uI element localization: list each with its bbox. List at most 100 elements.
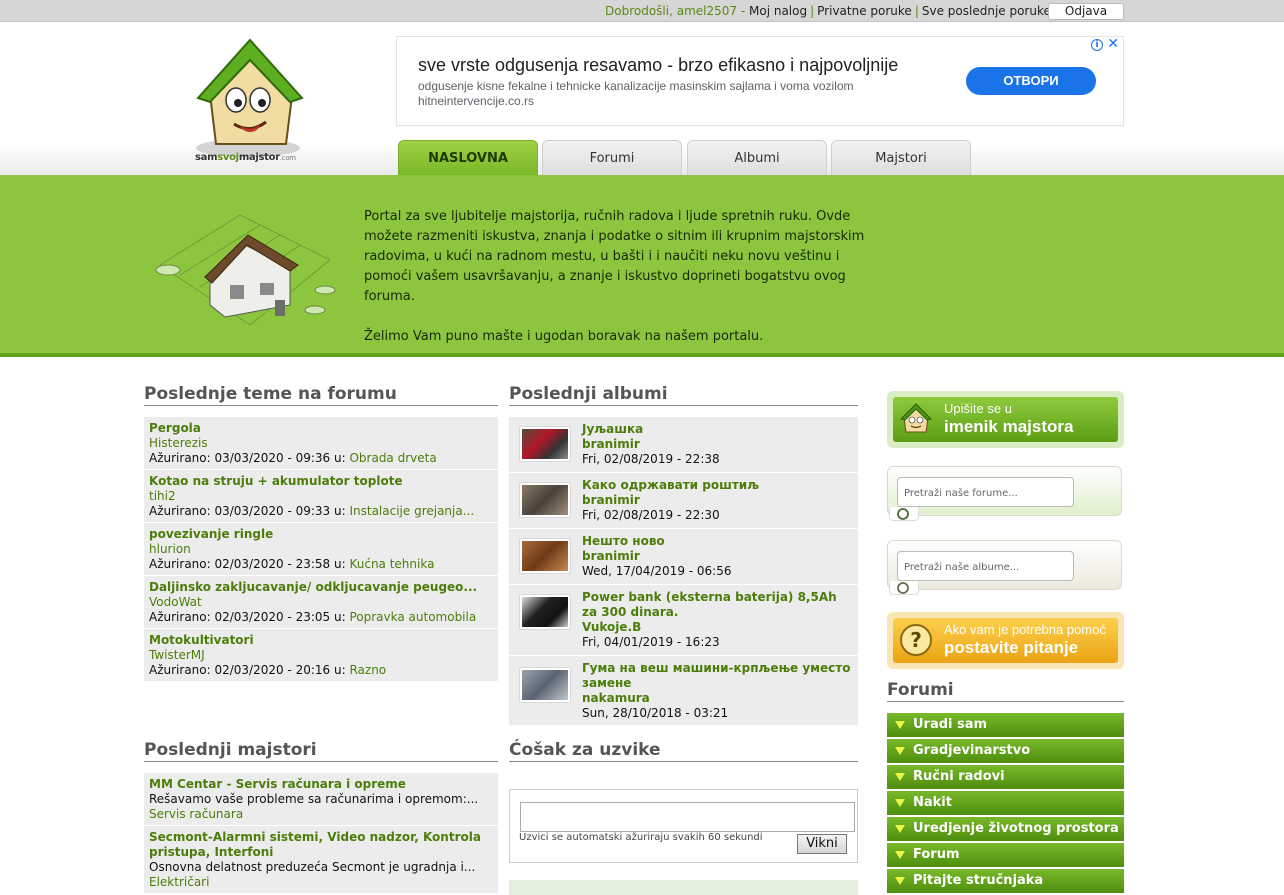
logo-wordmark[interactable]: samsvojmajstor.com [195,152,296,163]
album-date: Fri, 02/08/2019 - 22:30 [582,508,720,522]
topic-author-link[interactable]: TwisterMJ [149,648,493,663]
shout-messages [509,880,858,895]
album-search-input[interactable]: Pretraži naše albume... [897,551,1074,581]
ad-banner[interactable]: sve vrste odgusenja resavamo - brzo efik… [396,36,1124,126]
craftsman-title-link[interactable]: Secmont-Alarmni sistemi, Video nadzor, K… [149,830,493,860]
ask-question-promo[interactable]: ? Ako vam je potrebna pomoć postavite pi… [887,612,1124,669]
ad-title[interactable]: sve vrste odgusenja resavamo - brzo efik… [418,55,898,76]
craftsman-title-link[interactable]: MM Centar - Servis računara i opreme [149,777,493,792]
ad-open-button[interactable]: ОТВОРИ [966,67,1096,95]
forum-menu-item-nakit[interactable]: Nakit [887,791,1124,815]
topic-category-link[interactable]: Razno [349,663,386,677]
topic-row: Daljinsko zakljucavanje/ odkljucavanje p… [144,576,498,629]
topic-updated: Ažurirano: 02/03/2020 - 20:16 u: [149,663,346,677]
ask-promo-small: Ako vam je potrebna pomoć [944,622,1106,637]
house-blueprint-illustration [155,214,336,326]
forum-menu-item-pitajte[interactable]: Pitajte stručnjaka [887,869,1124,893]
shout-input[interactable] [520,802,855,832]
topic-row: Pergola Histerezis Ažurirano: 03/03/2020… [144,417,498,470]
forums-sidebar-title: Forumi [887,680,1124,702]
album-author-link[interactable]: branimir [582,549,853,564]
house-mascot-logo[interactable] [190,36,310,168]
album-author-link[interactable]: nakamura [582,691,853,706]
album-author-link[interactable]: branimir [582,437,853,452]
topic-category-link[interactable]: Kućna tehnika [349,557,434,571]
album-search-button[interactable] [889,581,919,595]
topic-category-link[interactable]: Popravka automobila [349,610,476,624]
album-thumbnail[interactable] [520,595,570,629]
album-thumbnail[interactable] [520,483,570,517]
album-title-link[interactable]: Нешто ново [582,534,853,549]
shoutbox-title: Ćošak za uzvike [509,740,858,762]
album-title-link[interactable]: Power bank (eksterna baterija) 8,5Ah za … [582,590,853,620]
ad-close-icon[interactable]: ✕ [1107,37,1119,51]
register-directory-button[interactable]: Upišite se u imenik majstora [893,397,1118,442]
album-thumbnail[interactable] [520,427,570,461]
topic-title-link[interactable]: Motokultivatori [149,633,493,648]
all-recent-posts-link[interactable]: Sve poslednje poruke [922,4,1051,18]
forum-menu-label: Gradjevinarstvo [913,743,1031,758]
forum-menu-label: Uradi sam [913,717,988,732]
logout-button[interactable]: Odjava [1048,3,1124,20]
album-thumbnail[interactable] [520,539,570,573]
album-thumbnail[interactable] [520,668,570,702]
craftsman-category-link[interactable]: Servis računara [149,807,493,822]
forum-menu-item-gradjevinarstvo[interactable]: Gradjevinarstvo [887,739,1124,763]
topic-title-link[interactable]: Pergola [149,421,493,436]
tab-albumi[interactable]: Albumi [687,140,827,175]
welcome-text: Dobrodošli, amel2507 - [605,4,746,18]
forum-menu-item-uradi-sam[interactable]: Uradi sam [887,713,1124,737]
album-author-link[interactable]: branimir [582,493,853,508]
search-icon [897,508,909,520]
latest-albums-list: Јуљашка branimir Fri, 02/08/2019 - 22:38… [509,417,858,726]
album-title-link[interactable]: Како одржавати роштиљ [582,478,853,493]
topic-category-link[interactable]: Obrada drveta [349,451,436,465]
forum-menu-item-uredjenje[interactable]: Uredjenje životnog prostora [887,817,1124,841]
craftsman-description: Rešavamo vaše probleme sa računarima i o… [149,792,479,806]
triangle-down-icon [895,851,905,859]
topic-category-link[interactable]: Instalacije grejanja... [349,504,474,518]
banner-greeting: Želimo Vam puno mašte i ugodan boravak n… [364,329,764,344]
forum-menu-label: Pitajte stručnjaka [913,873,1044,888]
topic-author-link[interactable]: tihi2 [149,489,493,504]
album-title-link[interactable]: Гума на веш машини-крпљење уместо замене [582,661,853,691]
welcome-banner: Portal za sve ljubitelje majstorija, ruč… [0,175,1284,357]
topic-row: Motokultivatori TwisterMJ Ažurirano: 02/… [144,629,498,682]
topic-author-link[interactable]: Histerezis [149,436,493,451]
tab-naslovna[interactable]: NASLOVNA [398,140,538,175]
triangle-down-icon [895,721,905,729]
ad-info-icon[interactable]: i [1091,39,1103,51]
forum-menu-label: Forum [913,847,960,862]
ask-promo-big: postavite pitanje [944,638,1079,657]
top-bar: Dobrodošli, amel2507 - Moj nalog | Privatn… [0,0,1284,22]
album-row: Гума на веш машини-крпљење уместо замене… [509,656,858,726]
ask-question-button[interactable]: ? Ako vam je potrebna pomoć postavite pi… [893,618,1118,663]
my-account-link[interactable]: Moj nalog [749,4,807,18]
craftsman-row: Secmont-Alarmni sistemi, Video nadzor, K… [144,826,498,894]
topic-author-link[interactable]: VodoWat [149,595,493,610]
album-date: Fri, 02/08/2019 - 22:38 [582,452,720,466]
triangle-down-icon [895,773,905,781]
album-date: Fri, 04/01/2019 - 16:23 [582,635,720,649]
album-author-link[interactable]: Vukoje.B [582,620,853,635]
tab-majstori[interactable]: Majstori [831,140,971,175]
forum-search-input[interactable]: Pretraži naše forume... [897,477,1074,507]
forum-menu-item-rucni-radovi[interactable]: Ručni radovi [887,765,1124,789]
topic-title-link[interactable]: Kotao na struju + akumulator toplote [149,474,493,489]
topic-title-link[interactable]: Daljinsko zakljucavanje/ odkljucavanje p… [149,580,493,595]
private-messages-link[interactable]: Privatne poruke [817,4,912,18]
topic-author-link[interactable]: hlurion [149,542,493,557]
topic-row: povezivanje ringle hlurion Ažurirano: 02… [144,523,498,576]
topic-title-link[interactable]: povezivanje ringle [149,527,493,542]
craftsman-category-link[interactable]: Električari [149,875,493,890]
album-title-link[interactable]: Јуљашка [582,422,853,437]
tab-forumi[interactable]: Forumi [542,140,682,175]
forum-search-button[interactable] [889,507,919,521]
user-links: Dobrodošli, amel2507 - Moj nalog | Privatn… [605,4,1051,18]
forum-menu-item-forum[interactable]: Forum [887,843,1124,867]
shout-submit-button[interactable]: Vikni [797,834,847,854]
register-directory-promo[interactable]: Upišite se u imenik majstora [887,391,1124,448]
shoutbox: Uzvici se automatski ažuriraju svakih 60… [509,789,858,863]
ad-url[interactable]: hitneintervencije.co.rs [418,94,534,108]
svg-text:?: ? [910,628,922,652]
